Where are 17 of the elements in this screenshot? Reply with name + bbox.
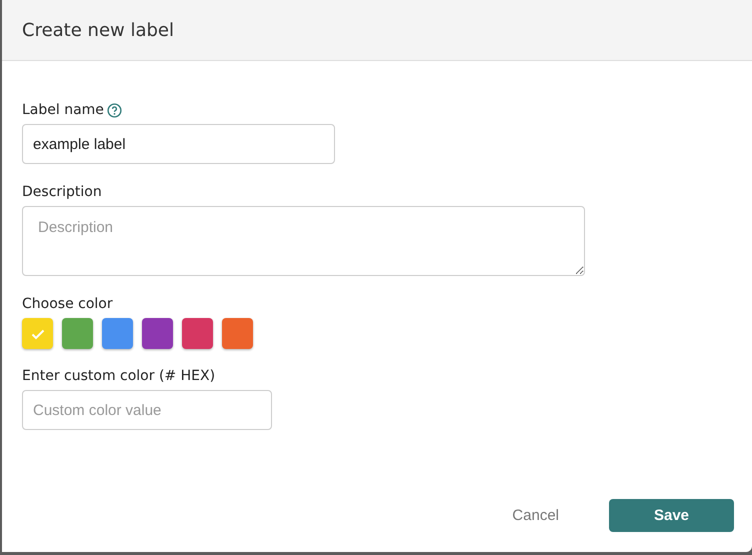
- field-label: Choose color: [22, 296, 113, 312]
- dialog-title: Create new label: [22, 20, 174, 40]
- color-swatch[interactable]: [22, 318, 53, 349]
- help-icon[interactable]: [106, 102, 122, 118]
- custom-color-field[interactable]: Custom color value: [22, 390, 272, 430]
- save-button[interactable]: Save: [609, 499, 734, 532]
- cancel-button[interactable]: Cancel: [512, 499, 559, 532]
- field-label: Enter custom color (# HEX): [22, 368, 216, 384]
- color-swatch[interactable]: [222, 318, 253, 349]
- field-label: Description: [22, 184, 102, 200]
- field-label: Label name: [22, 102, 104, 118]
- color-swatch[interactable]: [182, 318, 213, 349]
- color-swatch[interactable]: [62, 318, 93, 349]
- description-field[interactable]: Description: [22, 206, 585, 276]
- label-name-field[interactable]: example label: [22, 124, 335, 164]
- color-swatch[interactable]: [102, 318, 133, 349]
- color-swatch[interactable]: [142, 318, 173, 349]
